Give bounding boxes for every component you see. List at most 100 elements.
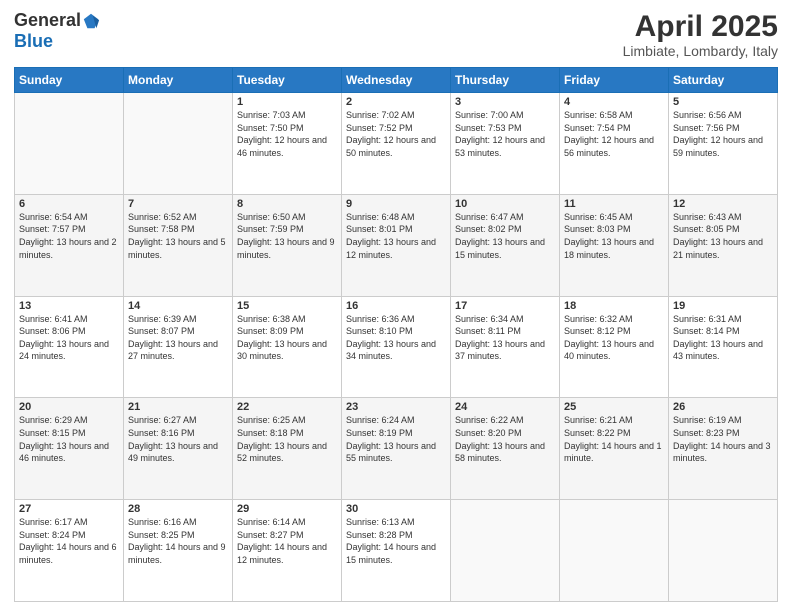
- table-row: 3Sunrise: 7:00 AMSunset: 7:53 PMDaylight…: [451, 93, 560, 195]
- calendar-week-4: 27 Sunrise: 6:17 AMSunset: 8:24 PMDayligh…: [15, 500, 778, 602]
- col-sunday: Sunday: [15, 68, 124, 93]
- table-row: [15, 93, 124, 195]
- day-number: 16: [346, 300, 446, 312]
- table-row: 22 Sunrise: 6:25 AMSunset: 8:18 PMDayligh…: [233, 398, 342, 500]
- table-row: 26Sunrise: 6:19 AMSunset: 8:23 PMDayligh…: [669, 398, 778, 500]
- day-info: Sunrise: 6:47 AMSunset: 8:02 PMDaylight:…: [455, 212, 545, 260]
- table-row: 23 Sunrise: 6:24 AMSunset: 8:19 PMDayligh…: [342, 398, 451, 500]
- table-row: 11 Sunrise: 6:45 AMSunset: 8:03 PMDayligh…: [560, 194, 669, 296]
- day-number: 15: [237, 300, 337, 312]
- day-number: 20: [19, 401, 119, 413]
- table-row: 14Sunrise: 6:39 AMSunset: 8:07 PMDayligh…: [124, 296, 233, 398]
- table-row: [669, 500, 778, 602]
- table-row: 9Sunrise: 6:48 AMSunset: 8:01 PMDaylight…: [342, 194, 451, 296]
- table-row: 2Sunrise: 7:02 AMSunset: 7:52 PMDaylight…: [342, 93, 451, 195]
- table-row: 29 Sunrise: 6:14 AMSunset: 8:27 PMDayligh…: [233, 500, 342, 602]
- table-row: 5 Sunrise: 6:56 AMSunset: 7:56 PMDaylight…: [669, 93, 778, 195]
- day-info: Sunrise: 6:58 AMSunset: 7:54 PMDaylight:…: [564, 110, 654, 158]
- day-number: 24: [455, 401, 555, 413]
- table-row: 30Sunrise: 6:13 AMSunset: 8:28 PMDayligh…: [342, 500, 451, 602]
- table-row: 21 Sunrise: 6:27 AMSunset: 8:16 PMDayligh…: [124, 398, 233, 500]
- day-number: 10: [455, 198, 555, 210]
- day-info: Sunrise: 6:39 AMSunset: 8:07 PMDaylight:…: [128, 314, 218, 362]
- day-info: Sunrise: 7:03 AMSunset: 7:50 PMDaylight:…: [237, 110, 327, 158]
- col-wednesday: Wednesday: [342, 68, 451, 93]
- table-row: 16 Sunrise: 6:36 AMSunset: 8:10 PMDayligh…: [342, 296, 451, 398]
- table-row: 1 Sunrise: 7:03 AMSunset: 7:50 PMDaylight…: [233, 93, 342, 195]
- table-row: 20 Sunrise: 6:29 AMSunset: 8:15 PMDayligh…: [15, 398, 124, 500]
- day-number: 6: [19, 198, 119, 210]
- day-info: Sunrise: 6:25 AMSunset: 8:18 PMDaylight:…: [237, 415, 327, 463]
- day-number: 8: [237, 198, 337, 210]
- day-number: 25: [564, 401, 664, 413]
- table-row: 27 Sunrise: 6:17 AMSunset: 8:24 PMDayligh…: [15, 500, 124, 602]
- month-title: April 2025: [623, 10, 778, 43]
- logo-blue: Blue: [14, 31, 53, 52]
- day-info: Sunrise: 6:38 AMSunset: 8:09 PMDaylight:…: [237, 314, 327, 362]
- day-number: 23: [346, 401, 446, 413]
- day-number: 17: [455, 300, 555, 312]
- day-number: 21: [128, 401, 228, 413]
- day-number: 3: [455, 96, 555, 108]
- day-info: Sunrise: 6:29 AMSunset: 8:15 PMDaylight:…: [19, 415, 109, 463]
- day-info: Sunrise: 6:21 AMSunset: 8:22 PMDaylight:…: [564, 415, 662, 463]
- day-number: 22: [237, 401, 337, 413]
- location-title: Limbiate, Lombardy, Italy: [623, 43, 778, 59]
- calendar-week-2: 13 Sunrise: 6:41 AMSunset: 8:06 PMDayligh…: [15, 296, 778, 398]
- day-number: 18: [564, 300, 664, 312]
- day-number: 11: [564, 198, 664, 210]
- title-block: April 2025 Limbiate, Lombardy, Italy: [623, 10, 778, 59]
- day-info: Sunrise: 6:32 AMSunset: 8:12 PMDaylight:…: [564, 314, 654, 362]
- day-info: Sunrise: 6:45 AMSunset: 8:03 PMDaylight:…: [564, 212, 654, 260]
- day-info: Sunrise: 6:41 AMSunset: 8:06 PMDaylight:…: [19, 314, 109, 362]
- day-info: Sunrise: 6:16 AMSunset: 8:25 PMDaylight:…: [128, 517, 226, 565]
- day-info: Sunrise: 6:31 AMSunset: 8:14 PMDaylight:…: [673, 314, 763, 362]
- day-info: Sunrise: 6:22 AMSunset: 8:20 PMDaylight:…: [455, 415, 545, 463]
- table-row: 12Sunrise: 6:43 AMSunset: 8:05 PMDayligh…: [669, 194, 778, 296]
- col-tuesday: Tuesday: [233, 68, 342, 93]
- table-row: 18 Sunrise: 6:32 AMSunset: 8:12 PMDayligh…: [560, 296, 669, 398]
- day-info: Sunrise: 6:24 AMSunset: 8:19 PMDaylight:…: [346, 415, 436, 463]
- calendar-table: Sunday Monday Tuesday Wednesday Thursday…: [14, 67, 778, 602]
- col-monday: Monday: [124, 68, 233, 93]
- day-info: Sunrise: 6:43 AMSunset: 8:05 PMDaylight:…: [673, 212, 763, 260]
- logo: General Blue: [14, 10, 100, 52]
- calendar-week-3: 20 Sunrise: 6:29 AMSunset: 8:15 PMDayligh…: [15, 398, 778, 500]
- day-number: 1: [237, 96, 337, 108]
- table-row: 24 Sunrise: 6:22 AMSunset: 8:20 PMDayligh…: [451, 398, 560, 500]
- day-info: Sunrise: 6:52 AMSunset: 7:58 PMDaylight:…: [128, 212, 226, 260]
- table-row: 6 Sunrise: 6:54 AMSunset: 7:57 PMDaylight…: [15, 194, 124, 296]
- day-number: 7: [128, 198, 228, 210]
- day-info: Sunrise: 6:50 AMSunset: 7:59 PMDaylight:…: [237, 212, 335, 260]
- day-info: Sunrise: 6:36 AMSunset: 8:10 PMDaylight:…: [346, 314, 436, 362]
- logo-general: General: [14, 10, 81, 31]
- day-number: 4: [564, 96, 664, 108]
- day-info: Sunrise: 6:14 AMSunset: 8:27 PMDaylight:…: [237, 517, 327, 565]
- table-row: [560, 500, 669, 602]
- table-row: 10 Sunrise: 6:47 AMSunset: 8:02 PMDayligh…: [451, 194, 560, 296]
- page: General Blue April 2025 Limbiate, Lombar…: [0, 0, 792, 612]
- table-row: 28Sunrise: 6:16 AMSunset: 8:25 PMDayligh…: [124, 500, 233, 602]
- day-info: Sunrise: 6:17 AMSunset: 8:24 PMDaylight:…: [19, 517, 117, 565]
- day-info: Sunrise: 6:56 AMSunset: 7:56 PMDaylight:…: [673, 110, 763, 158]
- day-info: Sunrise: 6:54 AMSunset: 7:57 PMDaylight:…: [19, 212, 117, 260]
- table-row: 19 Sunrise: 6:31 AMSunset: 8:14 PMDayligh…: [669, 296, 778, 398]
- table-row: [451, 500, 560, 602]
- table-row: 4 Sunrise: 6:58 AMSunset: 7:54 PMDaylight…: [560, 93, 669, 195]
- day-number: 13: [19, 300, 119, 312]
- table-row: [124, 93, 233, 195]
- table-row: 13 Sunrise: 6:41 AMSunset: 8:06 PMDayligh…: [15, 296, 124, 398]
- day-info: Sunrise: 6:13 AMSunset: 8:28 PMDaylight:…: [346, 517, 436, 565]
- day-info: Sunrise: 6:48 AMSunset: 8:01 PMDaylight:…: [346, 212, 436, 260]
- day-number: 29: [237, 503, 337, 515]
- calendar-week-1: 6 Sunrise: 6:54 AMSunset: 7:57 PMDaylight…: [15, 194, 778, 296]
- day-info: Sunrise: 6:34 AMSunset: 8:11 PMDaylight:…: [455, 314, 545, 362]
- day-number: 27: [19, 503, 119, 515]
- day-number: 2: [346, 96, 446, 108]
- day-number: 5: [673, 96, 773, 108]
- table-row: 17 Sunrise: 6:34 AMSunset: 8:11 PMDayligh…: [451, 296, 560, 398]
- day-number: 26: [673, 401, 773, 413]
- col-friday: Friday: [560, 68, 669, 93]
- day-info: Sunrise: 6:27 AMSunset: 8:16 PMDaylight:…: [128, 415, 218, 463]
- day-number: 19: [673, 300, 773, 312]
